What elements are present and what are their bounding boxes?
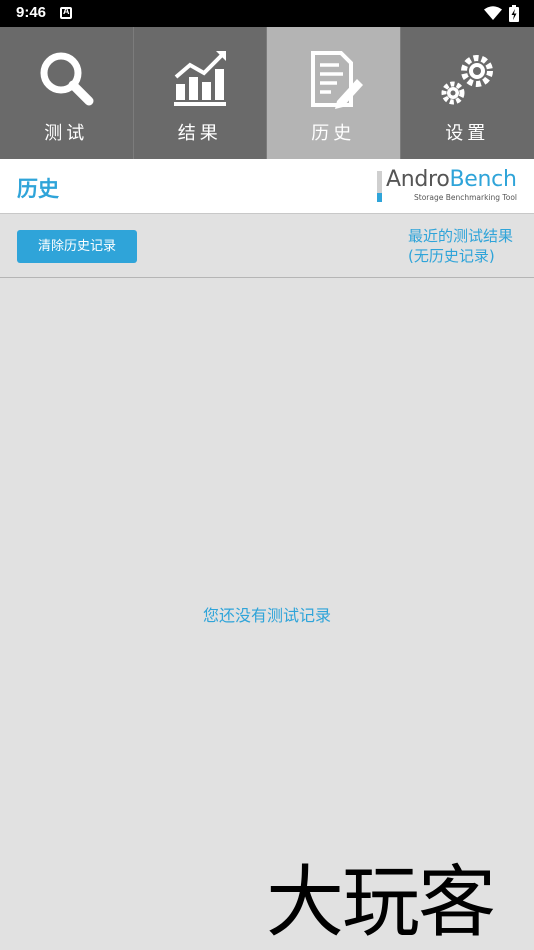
logo-name: AndroBench [386,167,517,192]
logo-bar-bottom [377,193,382,202]
tab-label-test: 测试 [44,123,89,144]
tab-bar: 测试 结果 历史 设置 [0,27,534,159]
watermark: 大玩客 [266,858,496,948]
notification-icon [60,6,72,19]
recent-results-info: 最近的测试结果 (无历史记录) [408,226,513,266]
document-edit-icon [311,51,364,109]
chart-icon [173,51,226,106]
page-title: 历史 [17,177,59,201]
gear-icon [441,55,494,105]
clear-history-button[interactable]: 清除历史记录 [17,230,137,263]
search-icon [40,52,94,106]
empty-history-message: 您还没有测试记录 [202,606,331,625]
tab-history[interactable]: 历史 [267,27,401,159]
wifi-icon [484,6,502,20]
status-bar: 9:46 [0,0,534,27]
recent-results-status: (无历史记录) [408,247,495,265]
tab-test[interactable]: 测试 [0,27,134,159]
logo-bar-top [377,171,382,193]
history-action-bar: 清除历史记录 最近的测试结果 (无历史记录) [0,214,534,278]
battery-icon [509,5,519,22]
recent-results-label: 最近的测试结果 [408,227,514,245]
status-time: 9:46 [16,4,47,21]
tab-label-history: 历史 [311,123,356,144]
androbench-logo: AndroBench Storage Benchmarking Tool [377,167,522,205]
tab-label-results: 结果 [177,123,222,144]
logo-tagline: Storage Benchmarking Tool [414,193,517,202]
title-bar: 历史 AndroBench Storage Benchmarking Tool [0,159,534,214]
tab-settings[interactable]: 设置 [401,27,534,159]
tab-results[interactable]: 结果 [134,27,267,159]
tab-label-settings: 设置 [445,123,490,144]
